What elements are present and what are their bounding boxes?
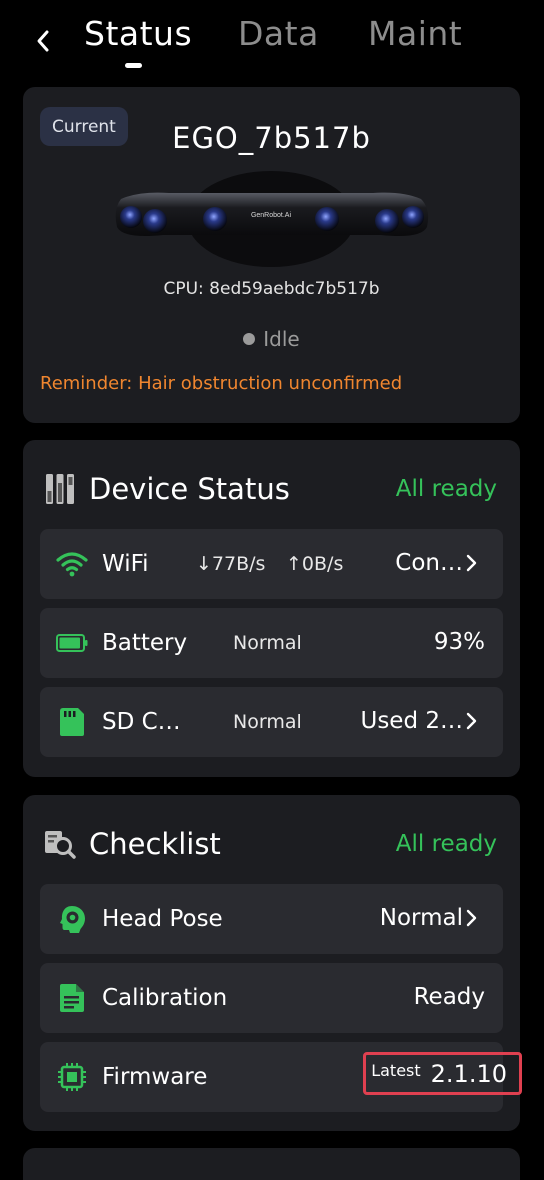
device-brand-text: GenRobot.Ai (251, 212, 292, 219)
firmware-row: Firmware Latest 2.1.10 (40, 1042, 522, 1112)
chevron-right-icon (465, 711, 479, 731)
calibration-row: Calibration Ready (40, 963, 503, 1033)
arrow-down-icon: ↓ (196, 553, 212, 575)
head-pose-status: Normal (379, 905, 463, 931)
wifi-download-rate: 77B/s (211, 553, 266, 575)
wifi-row[interactable]: WiFi ↓77B/s ↑0B/s Con… (40, 529, 503, 599)
device-card[interactable]: Current EGO_7b517b GenRobot.Ai CPU: 8ed5… (23, 87, 520, 423)
device-image: GenRobot.Ai (115, 171, 429, 267)
wifi-value: Con… (395, 550, 479, 576)
reminder-text: Reminder: Hair obstruction unconfirmed (40, 373, 403, 394)
wifi-upload: ↑0B/s (286, 553, 343, 575)
tab-maint[interactable]: Maint (368, 14, 462, 53)
device-state-text: Idle (263, 327, 300, 351)
top-nav: Status Data Maint (0, 0, 544, 80)
firmware-label: Firmware (102, 1064, 208, 1090)
battery-row: Battery Normal 93% (40, 608, 503, 678)
sd-card-label: SD C… (102, 709, 181, 735)
head-icon (56, 903, 88, 935)
calibration-status: Ready (413, 984, 485, 1010)
battery-percent: 93% (433, 629, 485, 655)
wifi-icon (56, 548, 88, 580)
head-pose-value: Normal (380, 905, 479, 931)
wifi-download: ↓77B/s (196, 553, 265, 575)
sd-card-icon (56, 706, 88, 738)
head-pose-row[interactable]: Head Pose Normal (40, 884, 503, 954)
chevron-left-icon (37, 30, 49, 52)
wifi-label: WiFi (102, 551, 149, 577)
battery-condition: Normal (233, 632, 302, 654)
battery-icon (56, 627, 88, 659)
sd-card-usage: Used 2… (360, 708, 463, 734)
device-status-card: Device Status All ready WiFi ↓77B/s ↑0B/… (23, 440, 520, 777)
checklist-card: Checklist All ready Head Pose Normal Cal… (23, 795, 522, 1131)
device-state: Idle (23, 327, 520, 351)
wifi-status-text: Con… (395, 550, 463, 576)
checklist-title: Checklist (89, 827, 221, 861)
chevron-right-icon (465, 908, 479, 928)
sliders-icon (43, 472, 77, 506)
active-tab-indicator (125, 63, 142, 68)
cpu-id: CPU: 8ed59aebdc7b517b (163, 279, 380, 299)
device-status-summary: All ready (395, 476, 497, 502)
checklist-search-icon (43, 827, 77, 861)
firmware-latest-tag: Latest (371, 1061, 421, 1080)
sd-card-condition: Normal (233, 711, 302, 733)
sd-card-value: Used 2… (360, 708, 479, 734)
tab-data[interactable]: Data (238, 14, 319, 53)
back-button[interactable] (30, 26, 56, 56)
checklist-header: Checklist (43, 825, 221, 863)
checklist-summary: All ready (395, 831, 497, 857)
calibration-label: Calibration (102, 985, 228, 1011)
device-status-header: Device Status (43, 470, 290, 508)
chip-icon (56, 1061, 88, 1093)
chevron-right-icon (465, 553, 479, 573)
arrow-up-icon: ↑ (286, 553, 302, 575)
tab-status[interactable]: Status (84, 14, 192, 53)
battery-label: Battery (102, 630, 188, 656)
device-status-title: Device Status (89, 472, 290, 506)
firmware-version-highlight: Latest 2.1.10 (363, 1052, 522, 1095)
firmware-version: 2.1.10 (430, 1059, 507, 1088)
device-name: EGO_7b517b (172, 121, 371, 155)
head-pose-label: Head Pose (102, 906, 223, 932)
next-section-card (23, 1148, 520, 1180)
sd-card-row[interactable]: SD C… Normal Used 2… (40, 687, 503, 757)
wifi-upload-rate: 0B/s (301, 553, 344, 575)
document-icon (56, 982, 88, 1014)
state-dot-icon (243, 333, 256, 345)
